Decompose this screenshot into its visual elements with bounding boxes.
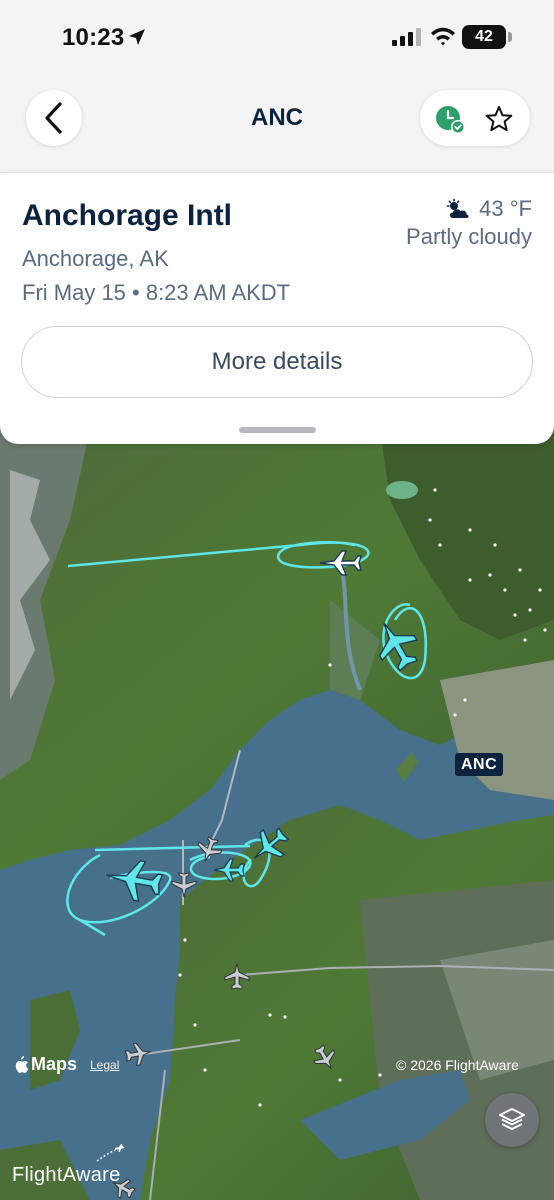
tracked-aircraft-icon[interactable] <box>104 858 164 902</box>
nav-actions <box>420 90 530 146</box>
aircraft-icon[interactable] <box>311 1044 339 1072</box>
aircraft-icon[interactable] <box>222 962 252 992</box>
airport-marker[interactable]: ANC <box>455 753 504 776</box>
partly-cloudy-icon <box>446 199 469 218</box>
airport-city: Anchorage, AK <box>22 246 169 271</box>
more-details-button[interactable]: More details <box>21 326 533 398</box>
nav-header: ANC <box>0 78 554 172</box>
weather-condition: Partly cloudy <box>406 224 532 249</box>
location-arrow-icon <box>129 29 145 45</box>
history-check-icon[interactable] <box>434 104 466 136</box>
copyright-text: © 2026 FlightAware <box>396 1057 519 1073</box>
temperature-value: 43 °F <box>479 196 532 221</box>
sheet-grabber[interactable] <box>239 427 316 433</box>
layers-icon <box>499 1108 525 1130</box>
weather-temperature: 43 °F <box>445 196 532 222</box>
battery-level: 42 <box>475 28 493 45</box>
flightaware-logo: FlightAware <box>12 1164 121 1186</box>
star-icon[interactable] <box>484 104 514 134</box>
status-time: 10:23 <box>62 24 125 51</box>
aircraft-icon[interactable] <box>124 1040 152 1068</box>
airport-name: Anchorage Intl <box>22 199 233 232</box>
cellular-signal-icon <box>392 28 421 46</box>
tracked-aircraft-icon[interactable] <box>318 548 362 578</box>
apple-maps-logo: Maps <box>13 1054 77 1075</box>
battery-indicator: 42 <box>462 25 506 49</box>
wifi-icon <box>431 27 455 46</box>
flightaware-plane-icon <box>96 1144 125 1162</box>
map-layers-button[interactable] <box>485 1093 539 1147</box>
battery-cap <box>508 32 512 42</box>
airport-info-card: Anchorage Intl Anchorage, AK Fri May 15 … <box>0 172 554 444</box>
status-bar: 10:23 42 <box>0 0 554 78</box>
legal-link[interactable]: Legal <box>90 1058 119 1072</box>
tracked-aircraft-icon[interactable] <box>368 616 424 672</box>
tracked-aircraft-icon[interactable] <box>248 826 290 866</box>
aircraft-icon[interactable] <box>195 832 223 868</box>
maps-label: Maps <box>31 1054 78 1074</box>
apple-logo-icon <box>15 1055 29 1073</box>
airport-local-time: Fri May 15 • 8:23 AM AKDT <box>22 280 291 305</box>
aircraft-icon[interactable] <box>170 868 198 902</box>
